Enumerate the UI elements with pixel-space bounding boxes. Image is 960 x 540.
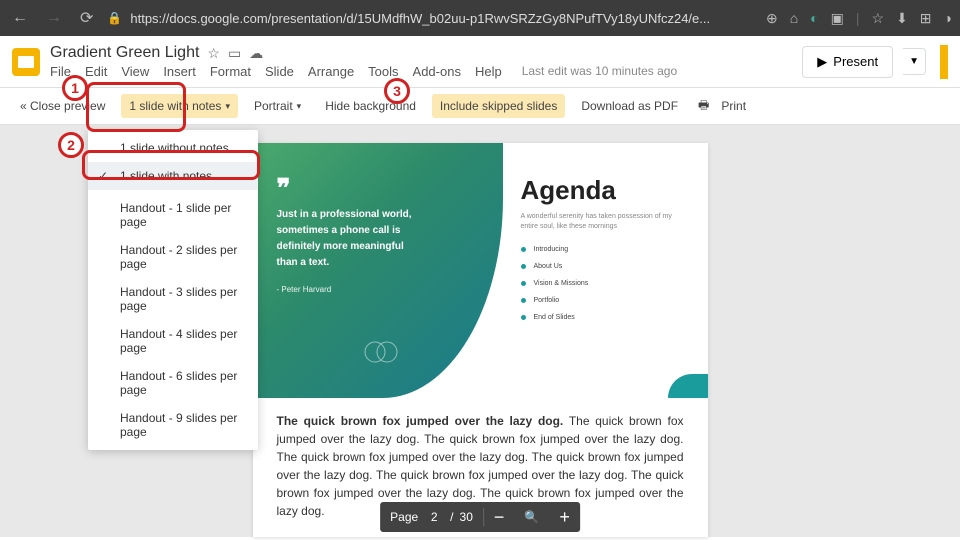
page-total: 30 [460, 510, 473, 524]
dd-option-handout-9[interactable]: Handout - 9 slides per page [88, 404, 258, 446]
zoom-reset-icon[interactable]: 🔍 [524, 510, 539, 524]
slides-logo-icon[interactable] [12, 48, 40, 76]
corner-accent [668, 374, 708, 398]
zoom-icon[interactable]: ⊕ [766, 10, 778, 27]
download-pdf-button[interactable]: Download as PDF [573, 94, 686, 118]
agenda-subtitle: A wonderful serenity has taken possessio… [521, 212, 686, 232]
ext1-icon[interactable]: ◐ [810, 10, 818, 26]
zoom-out-icon[interactable]: − [494, 507, 505, 528]
profile-icon[interactable]: ◑ [944, 10, 952, 26]
dd-option-no-notes[interactable]: 1 slide without notes [88, 134, 258, 162]
agenda-item: Vision & Missions [521, 280, 686, 287]
quote-author: - Peter Harvard [277, 285, 417, 294]
page-sep: / [450, 510, 453, 524]
browser-actions: ⊕ ⌂ ◐ ▣ | ☆ ⬇ ⊞ ◑ [766, 10, 952, 27]
page-indicator: Page / 30 − 🔍 + [380, 502, 580, 532]
agenda-area: Agenda A wonderful serenity has taken po… [521, 175, 686, 331]
menu-help[interactable]: Help [475, 64, 502, 79]
agenda-title: Agenda [521, 175, 686, 206]
menu-bar: File Edit View Insert Format Slide Arran… [50, 64, 792, 79]
home-icon[interactable]: ⌂ [790, 10, 798, 26]
move-icon[interactable]: ▭ [228, 45, 241, 62]
page-label: Page [390, 510, 418, 524]
ext2-icon[interactable]: ▣ [831, 10, 844, 27]
layout-dropdown[interactable]: 1 slide with notes [121, 94, 238, 118]
include-skipped-button[interactable]: Include skipped slides [432, 94, 565, 118]
reload-icon[interactable]: ⟳ [76, 4, 97, 32]
slide-preview: ❞ Just in a professional world, sometime… [253, 143, 708, 537]
zoom-in-icon[interactable]: + [559, 507, 570, 528]
print-toolbar: « Close preview 1 slide with notes Portr… [0, 88, 960, 125]
url-bar[interactable]: 🔒 https://docs.google.com/presentation/d… [107, 11, 756, 26]
dd-option-handout-3[interactable]: Handout - 3 slides per page [88, 278, 258, 320]
dd-option-handout-2[interactable]: Handout - 2 slides per page [88, 236, 258, 278]
quote-area: ❞ Just in a professional world, sometime… [277, 175, 417, 294]
agenda-item: About Us [521, 263, 686, 270]
present-button[interactable]: ▶Present [802, 46, 893, 78]
menu-tools[interactable]: Tools [368, 64, 398, 79]
orientation-dropdown[interactable]: Portrait [246, 94, 309, 118]
agenda-item: Portfolio [521, 297, 686, 304]
menu-arrange[interactable]: Arrange [308, 64, 354, 79]
last-edit[interactable]: Last edit was 10 minutes ago [522, 64, 677, 79]
circles-icon [363, 337, 401, 372]
agenda-item: End of Slides [521, 314, 686, 321]
print-button[interactable]: Print [713, 94, 754, 118]
quote-text: Just in a professional world, sometimes … [277, 207, 417, 271]
download-icon[interactable]: ⬇ [896, 10, 908, 27]
page-current-input[interactable] [424, 510, 444, 524]
layout-dropdown-menu: 1 slide without notes 1 slide with notes… [88, 130, 258, 450]
annotation-3: 3 [384, 78, 410, 104]
menu-addons[interactable]: Add-ons [413, 64, 461, 79]
menu-view[interactable]: View [121, 64, 149, 79]
dd-option-handout-4[interactable]: Handout - 4 slides per page [88, 320, 258, 362]
print-icon: 🖶 [698, 96, 709, 117]
menu-edit[interactable]: Edit [85, 64, 107, 79]
quote-icon: ❞ [277, 175, 417, 201]
collections-icon[interactable]: ⊞ [920, 10, 932, 27]
url-text: https://docs.google.com/presentation/d/1… [130, 11, 710, 26]
dd-option-with-notes[interactable]: 1 slide with notes [88, 162, 258, 190]
back-icon[interactable]: ← [8, 5, 32, 31]
cloud-icon[interactable]: ☁ [249, 45, 263, 62]
forward-icon[interactable]: → [42, 5, 66, 31]
annotation-2: 2 [58, 132, 84, 158]
menu-insert[interactable]: Insert [163, 64, 196, 79]
annotation-1: 1 [62, 75, 88, 101]
lock-icon: 🔒 [107, 11, 122, 25]
menu-slide[interactable]: Slide [265, 64, 294, 79]
app-header: Gradient Green Light ☆ ▭ ☁ File Edit Vie… [0, 36, 960, 88]
slide-content: ❞ Just in a professional world, sometime… [253, 143, 708, 398]
agenda-item: Introducing [521, 246, 686, 253]
menu-format[interactable]: Format [210, 64, 251, 79]
favorite-icon[interactable]: ☆ [872, 10, 885, 27]
browser-bar: ← → ⟳ 🔒 https://docs.google.com/presenta… [0, 0, 960, 36]
account-indicator[interactable] [940, 45, 948, 79]
present-dropdown[interactable]: ▼ [903, 48, 926, 75]
star-icon[interactable]: ☆ [207, 45, 220, 62]
doc-title[interactable]: Gradient Green Light [50, 44, 199, 62]
dd-option-handout-6[interactable]: Handout - 6 slides per page [88, 362, 258, 404]
dd-option-handout-1[interactable]: Handout - 1 slide per page [88, 194, 258, 236]
